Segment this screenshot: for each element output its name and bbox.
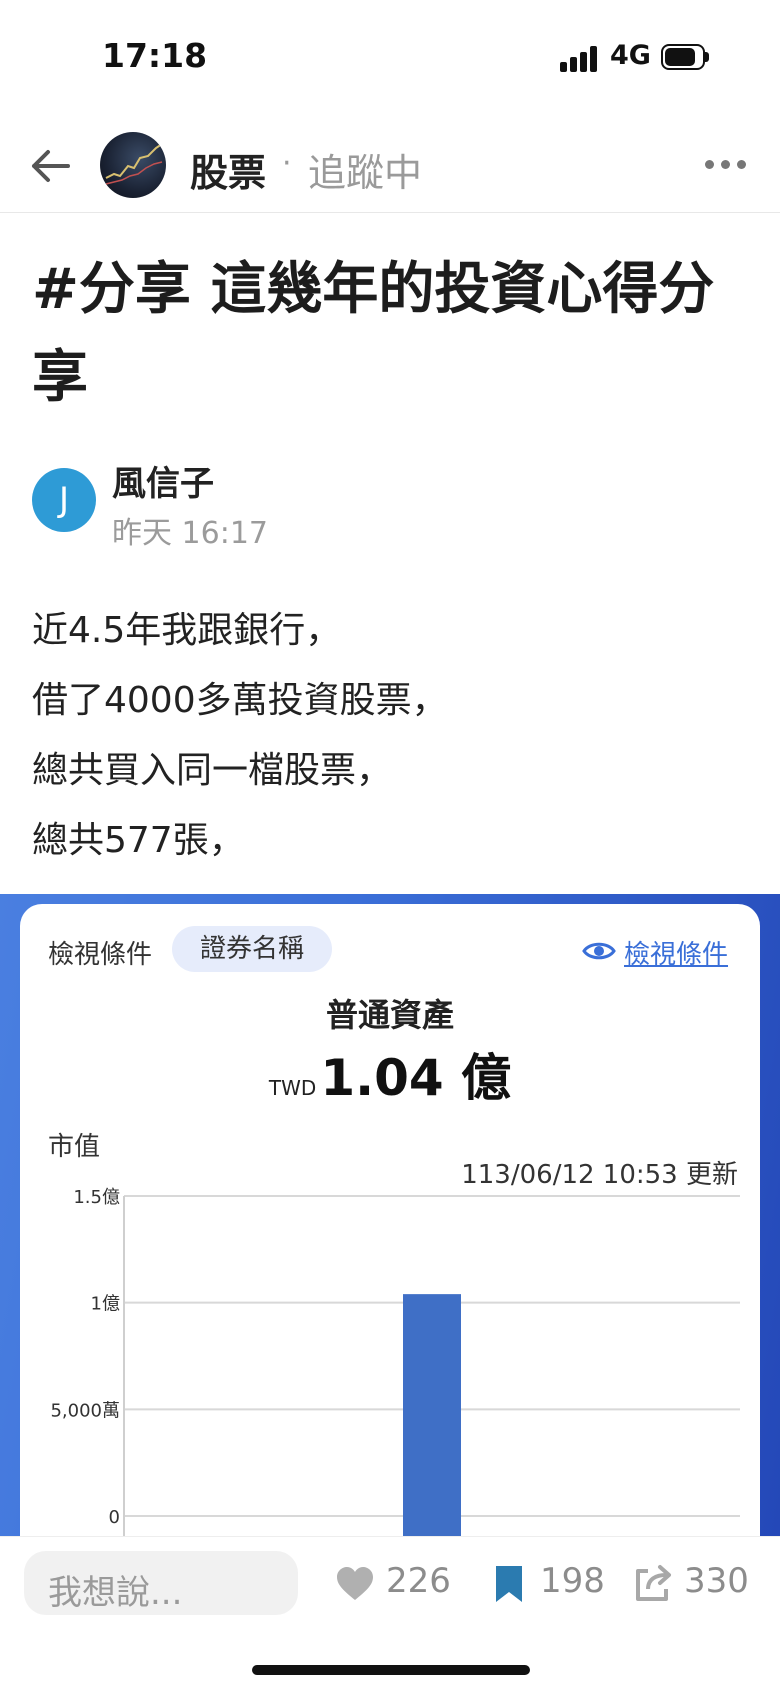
back-button[interactable] [26, 142, 76, 190]
top-nav: 股票 · 追蹤中 [0, 120, 780, 213]
separator: · [282, 146, 292, 181]
y-tick-label: 1.5億 [73, 1187, 120, 1208]
y-tick-label: 1億 [91, 1294, 120, 1315]
bookmark-button[interactable]: 198 [488, 1555, 608, 1615]
post-title: #分享 這幾年的投資心得分享 [32, 257, 715, 410]
signal-icon [560, 46, 600, 72]
market-value-chart: 1.5億 1億 5,000萬 0 [50, 1187, 740, 1536]
status-bar: 17:18 4G [0, 0, 780, 110]
asset-card: 檢視條件 證券名稱 檢視條件 普通資產 TWD1.04 億 市值 113/06/… [20, 904, 760, 1536]
share-button[interactable]: 330 [632, 1555, 762, 1615]
more-options-button[interactable] [705, 156, 749, 172]
post-line: 近4.5年我跟銀行， [32, 610, 342, 651]
bar-market-value [403, 1294, 461, 1536]
y-tick-label: 0 [109, 1507, 120, 1528]
post-body: 近4.5年我跟銀行， 借了4000多萬投資股票， 總共買入同一檔股票， 總共57… [32, 596, 752, 876]
share-icon [636, 1565, 671, 1601]
arrow-left-icon [32, 150, 70, 182]
bottom-bar: 我想說... 226 198 330 [0, 1536, 780, 1692]
author-name[interactable]: 風信子 [112, 456, 214, 505]
reply-input[interactable]: 我想說... [24, 1551, 298, 1615]
like-count: 226 [386, 1561, 451, 1601]
post-time: 昨天 16:17 [112, 516, 268, 551]
home-indicator [252, 1665, 530, 1675]
status-time: 17:18 [102, 36, 208, 75]
post-image[interactable]: 檢視條件 證券名稱 檢視條件 普通資產 TWD1.04 億 市值 113/06/… [0, 894, 780, 1536]
share-count: 330 [684, 1561, 749, 1601]
author-avatar[interactable]: J [32, 468, 96, 532]
bookmark-count: 198 [540, 1561, 605, 1601]
bookmark-icon [496, 1566, 522, 1602]
post-line: 借了4000多萬投資股票， [32, 680, 448, 721]
reply-placeholder: 我想說... [48, 1573, 183, 1613]
network-type: 4G [610, 40, 651, 71]
board-name[interactable]: 股票 [190, 142, 266, 197]
battery-icon [661, 44, 709, 70]
board-avatar[interactable] [100, 132, 166, 198]
heart-icon [337, 1567, 373, 1600]
like-button[interactable]: 226 [334, 1555, 454, 1615]
follow-status[interactable]: 追蹤中 [308, 142, 422, 197]
y-tick-label: 5,000萬 [50, 1400, 120, 1421]
post-line: 總共買入同一檔股票， [32, 750, 393, 791]
post-line: 總共577張， [32, 820, 245, 861]
stock-chart-thumbnail [105, 143, 163, 185]
